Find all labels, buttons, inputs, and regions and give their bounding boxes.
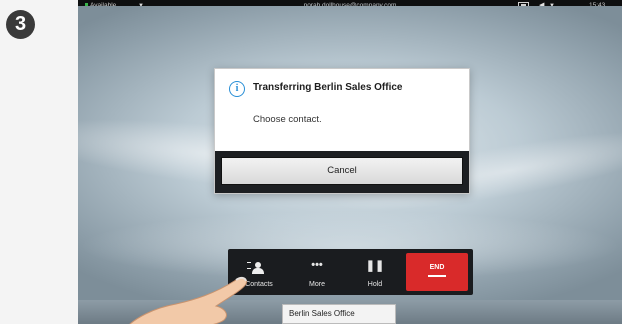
contacts-button[interactable]: Contacts — [232, 253, 286, 291]
end-call-icon — [428, 275, 446, 277]
cancel-button[interactable]: Cancel — [221, 157, 463, 185]
contacts-icon — [247, 262, 268, 274]
end-label: END — [429, 264, 445, 271]
more-button[interactable]: ••• More — [290, 253, 344, 291]
pause-icon: ❚❚ — [365, 260, 385, 272]
active-call-tab[interactable]: Berlin Sales Office — [282, 304, 396, 324]
end-call-button[interactable]: END — [406, 253, 468, 291]
step-number-badge: 3 — [6, 10, 35, 39]
dialog-footer: Cancel — [215, 151, 469, 193]
dialog-message: Choose contact. — [253, 114, 322, 125]
call-control-bar: Contacts ••• More ❚❚ Hold END — [228, 249, 473, 295]
more-label: More — [309, 281, 325, 288]
main-screen: i Transferring Berlin Sales Office Choos… — [78, 6, 622, 324]
dialog-title: Transferring Berlin Sales Office — [253, 82, 403, 93]
info-icon: i — [229, 81, 245, 97]
hold-button[interactable]: ❚❚ Hold — [348, 253, 402, 291]
transfer-dialog: i Transferring Berlin Sales Office Choos… — [214, 68, 470, 194]
hold-label: Hold — [367, 281, 383, 288]
more-icon: ••• — [311, 259, 323, 271]
contacts-label: Contacts — [245, 281, 273, 288]
video-device-frame: Available ▼ norah.dollhouse@company.com … — [78, 0, 622, 324]
